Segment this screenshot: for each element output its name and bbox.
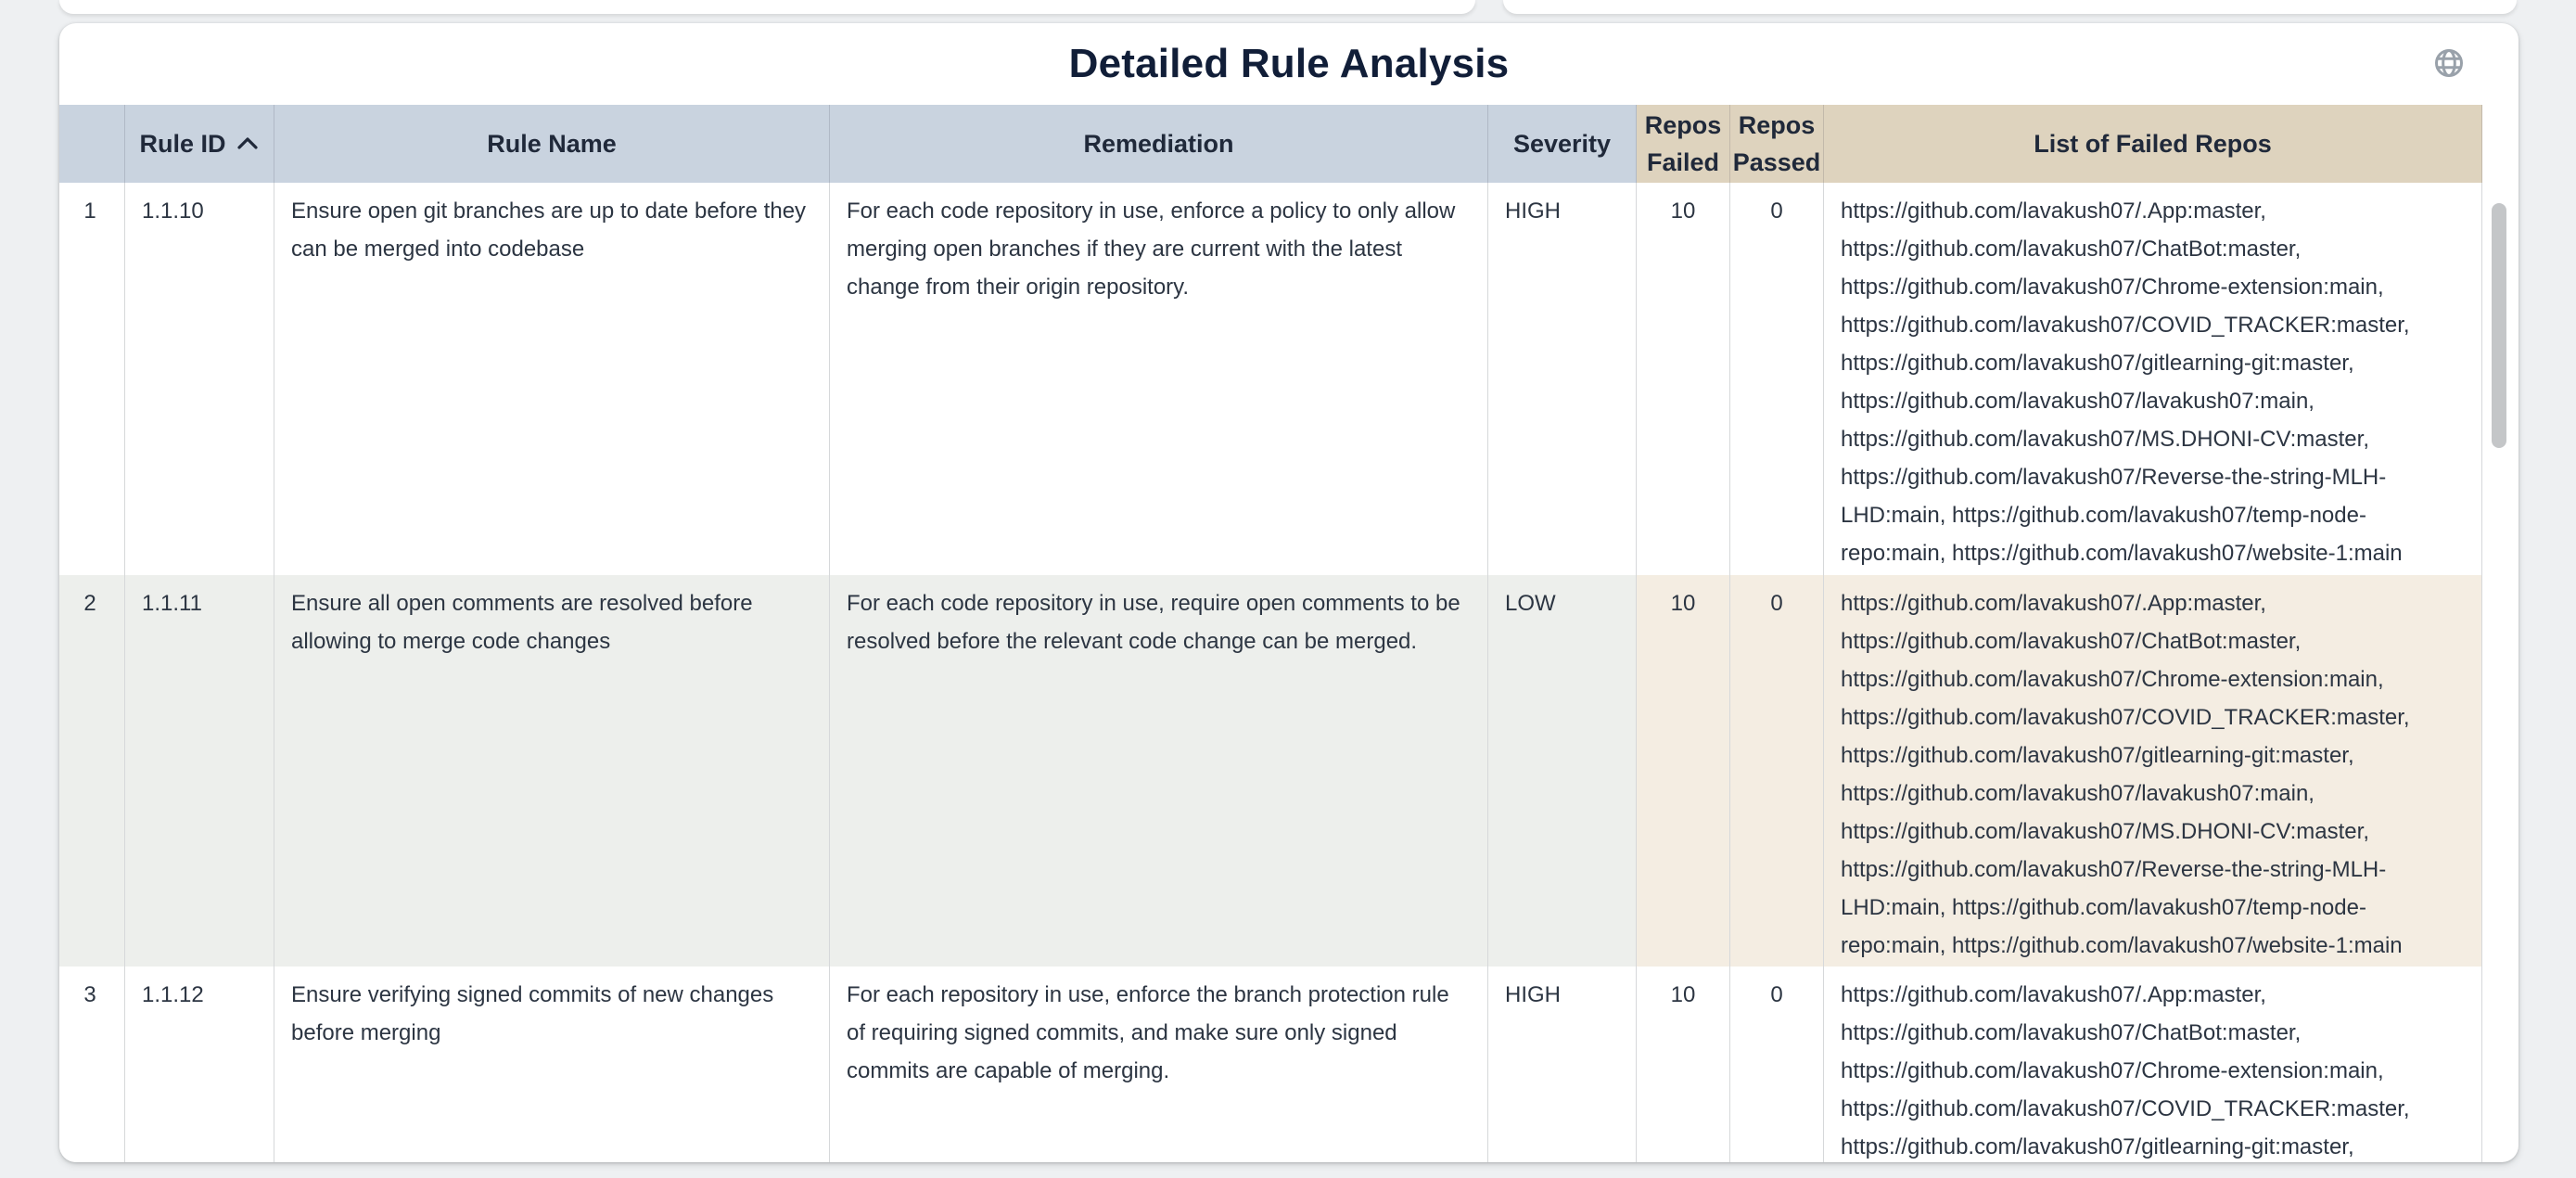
cell-rule-id: 1.1.10	[125, 183, 274, 575]
cell-row-index: 2	[59, 575, 125, 967]
cell-severity: HIGH	[1488, 183, 1637, 575]
top-partial-card-left	[59, 0, 1475, 14]
cell-failed-repos-list: https://github.com/lavakush07/.App:maste…	[1824, 575, 2482, 967]
cell-failed-repos-list: https://github.com/lavakush07/.App:maste…	[1824, 183, 2482, 575]
detailed-rule-analysis-card: Detailed Rule Analysis Rule ID	[59, 23, 2519, 1162]
vertical-scrollbar[interactable]	[2491, 183, 2507, 1162]
header-severity[interactable]: Severity	[1488, 105, 1637, 183]
header-rule-id-label: Rule ID	[139, 125, 225, 162]
cell-remediation: For each repository in use, enforce the …	[830, 967, 1488, 1162]
table-row: 2 1.1.11 Ensure all open comments are re…	[59, 575, 2482, 967]
header-index[interactable]	[59, 105, 125, 183]
cell-severity: HIGH	[1488, 967, 1637, 1162]
cell-remediation: For each code repository in use, enforce…	[830, 183, 1488, 575]
scrollbar-thumb[interactable]	[2492, 203, 2506, 448]
table-header-row: Rule ID Rule Name Remediation Severity R…	[59, 105, 2482, 183]
cell-repos-failed: 10	[1637, 967, 1730, 1162]
globe-icon[interactable]	[2431, 45, 2467, 81]
header-repos-passed[interactable]: Repos Passed	[1730, 105, 1824, 183]
cell-repos-passed: 0	[1730, 183, 1824, 575]
cell-repos-passed: 0	[1730, 575, 1824, 967]
cell-row-index: 3	[59, 967, 125, 1162]
sort-ascending-icon	[236, 134, 260, 154]
table-row: 3 1.1.12 Ensure verifying signed commits…	[59, 967, 2482, 1162]
cell-row-index: 1	[59, 183, 125, 575]
top-partial-card-right	[1503, 0, 2517, 14]
cell-severity: LOW	[1488, 575, 1637, 967]
table-row: 1 1.1.10 Ensure open git branches are up…	[59, 183, 2482, 575]
header-repos-failed[interactable]: Repos Failed	[1637, 105, 1730, 183]
cell-rule-id: 1.1.12	[125, 967, 274, 1162]
card-header: Detailed Rule Analysis	[59, 23, 2519, 105]
screen: Detailed Rule Analysis Rule ID	[0, 0, 2576, 1178]
cell-rule-name: Ensure all open comments are resolved be…	[274, 575, 830, 967]
cell-repos-failed: 10	[1637, 575, 1730, 967]
header-rule-name[interactable]: Rule Name	[274, 105, 830, 183]
cell-repos-failed: 10	[1637, 183, 1730, 575]
cell-rule-name: Ensure open git branches are up to date …	[274, 183, 830, 575]
page-title: Detailed Rule Analysis	[59, 23, 2519, 105]
cell-rule-id: 1.1.11	[125, 575, 274, 967]
header-rule-id[interactable]: Rule ID	[125, 105, 274, 183]
cell-repos-passed: 0	[1730, 967, 1824, 1162]
cell-failed-repos-list: https://github.com/lavakush07/.App:maste…	[1824, 967, 2482, 1162]
header-remediation[interactable]: Remediation	[830, 105, 1488, 183]
cell-remediation: For each code repository in use, require…	[830, 575, 1488, 967]
cell-rule-name: Ensure verifying signed commits of new c…	[274, 967, 830, 1162]
rule-analysis-table: Rule ID Rule Name Remediation Severity R…	[59, 105, 2482, 1162]
header-failed-repos-list[interactable]: List of Failed Repos	[1824, 105, 2482, 183]
